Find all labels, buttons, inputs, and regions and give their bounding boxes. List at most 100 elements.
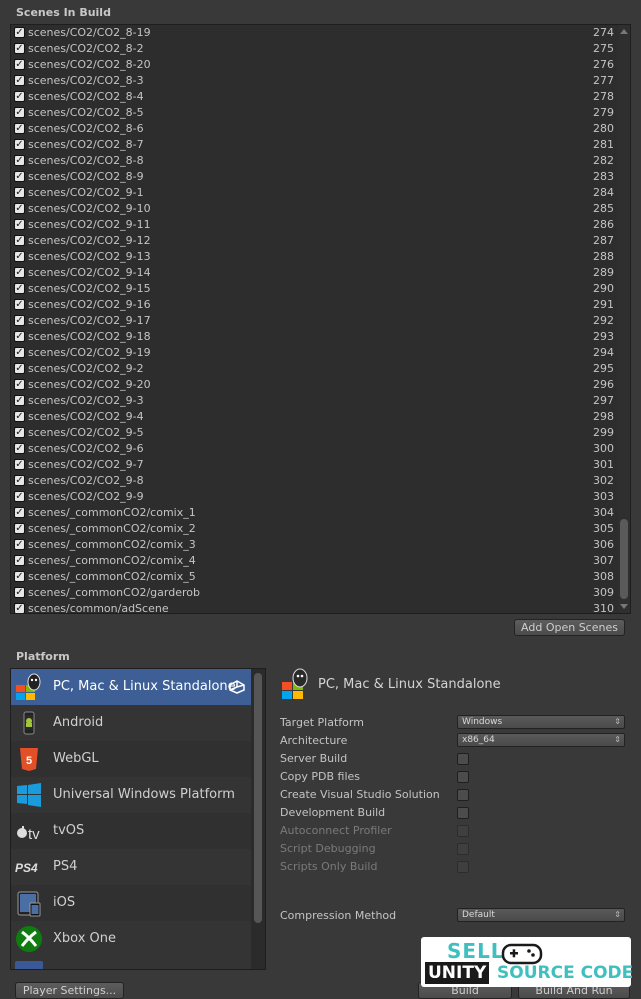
platform-item-partial[interactable] <box>11 957 251 969</box>
scene-row[interactable]: ✓ scenes/CO2/CO2_9-15 290 <box>11 281 618 297</box>
scene-row[interactable]: ✓ scenes/CO2/CO2_8-2 275 <box>11 41 618 57</box>
scene-enabled-checkbox[interactable]: ✓ <box>14 507 25 518</box>
scene-row[interactable]: ✓ scenes/CO2/CO2_9-8 302 <box>11 473 618 489</box>
scene-scrollbar-thumb[interactable] <box>620 519 628 599</box>
scene-enabled-checkbox[interactable]: ✓ <box>14 443 25 454</box>
platform-item[interactable]: PC, Mac & Linux Standalone <box>11 669 251 705</box>
scene-enabled-checkbox[interactable]: ✓ <box>14 139 25 150</box>
scene-enabled-checkbox[interactable]: ✓ <box>14 43 25 54</box>
target-platform-dropdown[interactable]: Windows ⇕ <box>457 715 625 729</box>
scene-row[interactable]: ✓ scenes/_commonCO2/garderob 309 <box>11 585 618 601</box>
scene-row[interactable]: ✓ scenes/CO2/CO2_8-6 280 <box>11 121 618 137</box>
scene-enabled-checkbox[interactable]: ✓ <box>14 75 25 86</box>
scene-enabled-checkbox[interactable]: ✓ <box>14 187 25 198</box>
scene-row[interactable]: ✓ scenes/_commonCO2/comix_5 308 <box>11 569 618 585</box>
scene-row[interactable]: ✓ scenes/CO2/CO2_9-4 298 <box>11 409 618 425</box>
platform-item[interactable]: tv tvOS <box>11 813 251 849</box>
scene-enabled-checkbox[interactable]: ✓ <box>14 27 25 38</box>
scene-row[interactable]: ✓ scenes/CO2/CO2_8-19 274 <box>11 25 618 41</box>
scene-row[interactable]: ✓ scenes/CO2/CO2_9-9 303 <box>11 489 618 505</box>
scene-enabled-checkbox[interactable]: ✓ <box>14 539 25 550</box>
scene-row[interactable]: ✓ scenes/CO2/CO2_9-10 285 <box>11 201 618 217</box>
scene-enabled-checkbox[interactable]: ✓ <box>14 331 25 342</box>
platform-item[interactable]: iOS <box>11 885 251 921</box>
add-open-scenes-button[interactable]: Add Open Scenes <box>514 619 625 636</box>
scene-row[interactable]: ✓ scenes/CO2/CO2_9-14 289 <box>11 265 618 281</box>
architecture-dropdown[interactable]: x86_64 ⇕ <box>457 733 625 747</box>
scene-enabled-checkbox[interactable]: ✓ <box>14 283 25 294</box>
server-build-checkbox[interactable] <box>457 753 469 765</box>
scene-enabled-checkbox[interactable]: ✓ <box>14 171 25 182</box>
scene-enabled-checkbox[interactable]: ✓ <box>14 379 25 390</box>
scene-row[interactable]: ✓ scenes/_commonCO2/comix_2 305 <box>11 521 618 537</box>
scene-enabled-checkbox[interactable]: ✓ <box>14 123 25 134</box>
scene-row[interactable]: ✓ scenes/common/adScene 310 <box>11 601 618 613</box>
scene-enabled-checkbox[interactable]: ✓ <box>14 603 25 613</box>
scene-row[interactable]: ✓ scenes/_commonCO2/comix_3 306 <box>11 537 618 553</box>
create-vs-solution-checkbox[interactable] <box>457 789 469 801</box>
scene-row[interactable]: ✓ scenes/CO2/CO2_8-5 279 <box>11 105 618 121</box>
scene-enabled-checkbox[interactable]: ✓ <box>14 59 25 70</box>
scene-row[interactable]: ✓ scenes/CO2/CO2_9-17 292 <box>11 313 618 329</box>
scene-enabled-checkbox[interactable]: ✓ <box>14 235 25 246</box>
platform-item[interactable]: PS4 PS4 <box>11 849 251 885</box>
scene-row[interactable]: ✓ scenes/CO2/CO2_9-12 287 <box>11 233 618 249</box>
scene-enabled-checkbox[interactable]: ✓ <box>14 315 25 326</box>
scene-enabled-checkbox[interactable]: ✓ <box>14 219 25 230</box>
scene-enabled-checkbox[interactable]: ✓ <box>14 395 25 406</box>
compression-method-dropdown[interactable]: Default ⇕ <box>457 908 625 922</box>
development-build-checkbox[interactable] <box>457 807 469 819</box>
platform-list-scrollbar[interactable] <box>251 669 265 969</box>
scene-enabled-checkbox[interactable]: ✓ <box>14 411 25 422</box>
scene-row[interactable]: ✓ scenes/CO2/CO2_9-13 288 <box>11 249 618 265</box>
scene-enabled-checkbox[interactable]: ✓ <box>14 491 25 502</box>
scene-row[interactable]: ✓ scenes/CO2/CO2_9-16 291 <box>11 297 618 313</box>
copy-pdb-checkbox[interactable] <box>457 771 469 783</box>
scene-row[interactable]: ✓ scenes/_commonCO2/comix_1 304 <box>11 505 618 521</box>
scene-enabled-checkbox[interactable]: ✓ <box>14 91 25 102</box>
player-settings-button[interactable]: Player Settings... <box>15 982 124 999</box>
scene-enabled-checkbox[interactable]: ✓ <box>14 587 25 598</box>
scroll-down-arrow-icon[interactable] <box>620 604 628 609</box>
scene-row[interactable]: ✓ scenes/CO2/CO2_9-7 301 <box>11 457 618 473</box>
scene-row[interactable]: ✓ scenes/CO2/CO2_8-7 281 <box>11 137 618 153</box>
scene-enabled-checkbox[interactable]: ✓ <box>14 427 25 438</box>
scene-enabled-checkbox[interactable]: ✓ <box>14 107 25 118</box>
scene-row[interactable]: ✓ scenes/CO2/CO2_9-3 297 <box>11 393 618 409</box>
scene-row[interactable]: ✓ scenes/CO2/CO2_8-4 278 <box>11 89 618 105</box>
platform-item[interactable]: Android <box>11 705 251 741</box>
scene-enabled-checkbox[interactable]: ✓ <box>14 475 25 486</box>
scene-enabled-checkbox[interactable]: ✓ <box>14 459 25 470</box>
scene-row[interactable]: ✓ scenes/CO2/CO2_8-20 276 <box>11 57 618 73</box>
scene-row[interactable]: ✓ scenes/CO2/CO2_9-5 299 <box>11 425 618 441</box>
scene-enabled-checkbox[interactable]: ✓ <box>14 555 25 566</box>
platform-item[interactable]: Universal Windows Platform <box>11 777 251 813</box>
platform-scrollbar-thumb[interactable] <box>254 673 262 923</box>
scene-row[interactable]: ✓ scenes/CO2/CO2_8-3 277 <box>11 73 618 89</box>
platform-item[interactable]: Xbox One <box>11 921 251 957</box>
platform-item[interactable]: 5 WebGL <box>11 741 251 777</box>
scroll-up-arrow-icon[interactable] <box>620 29 628 34</box>
scene-row[interactable]: ✓ scenes/_commonCO2/comix_4 307 <box>11 553 618 569</box>
scene-row[interactable]: ✓ scenes/CO2/CO2_9-2 295 <box>11 361 618 377</box>
scene-row[interactable]: ✓ scenes/CO2/CO2_9-20 296 <box>11 377 618 393</box>
scene-row[interactable]: ✓ scenes/CO2/CO2_8-8 282 <box>11 153 618 169</box>
scene-row[interactable]: ✓ scenes/CO2/CO2_9-19 294 <box>11 345 618 361</box>
scene-enabled-checkbox[interactable]: ✓ <box>14 523 25 534</box>
scene-enabled-checkbox[interactable]: ✓ <box>14 251 25 262</box>
scene-enabled-checkbox[interactable]: ✓ <box>14 571 25 582</box>
scenes-list-panel[interactable]: ✓ scenes/CO2/CO2_8-19 274 ✓ scenes/CO2/CO2_8… <box>10 24 631 614</box>
scene-list-scrollbar[interactable] <box>618 25 630 613</box>
scene-enabled-checkbox[interactable]: ✓ <box>14 267 25 278</box>
scene-row[interactable]: ✓ scenes/CO2/CO2_8-9 283 <box>11 169 618 185</box>
scene-enabled-checkbox[interactable]: ✓ <box>14 363 25 374</box>
scene-row[interactable]: ✓ scenes/CO2/CO2_9-1 284 <box>11 185 618 201</box>
scene-enabled-checkbox[interactable]: ✓ <box>14 203 25 214</box>
scene-enabled-checkbox[interactable]: ✓ <box>14 155 25 166</box>
scene-enabled-checkbox[interactable]: ✓ <box>14 299 25 310</box>
scene-enabled-checkbox[interactable]: ✓ <box>14 347 25 358</box>
scene-row[interactable]: ✓ scenes/CO2/CO2_9-11 286 <box>11 217 618 233</box>
scene-row[interactable]: ✓ scenes/CO2/CO2_9-18 293 <box>11 329 618 345</box>
scene-row[interactable]: ✓ scenes/CO2/CO2_9-6 300 <box>11 441 618 457</box>
scene-index: 304 <box>593 506 614 519</box>
